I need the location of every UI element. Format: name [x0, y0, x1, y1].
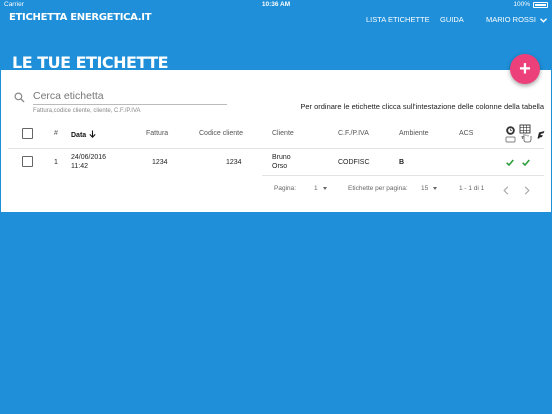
table-row[interactable]: 1 24/06/2016 11:42 1234 1234 Bruno Orso …	[0, 150, 552, 175]
search-hint: Fattura,codice cliente, cliente, C.F./P.…	[33, 108, 141, 114]
row-cf-piva: CODFISC	[338, 159, 370, 166]
search-input[interactable]	[33, 88, 227, 105]
page-select-value: 1	[314, 185, 318, 192]
row-codice-cliente: 1234	[226, 159, 242, 166]
status-bar: Carrier 10:36 AM 100%	[0, 0, 552, 10]
grid-touch-icon[interactable]	[519, 124, 532, 143]
add-label-button[interactable]: +	[510, 54, 540, 84]
column-header-date[interactable]: Data	[71, 130, 96, 139]
clock-badge-icon[interactable]	[505, 125, 516, 143]
column-header-number[interactable]: #	[54, 130, 58, 137]
row-checkbox[interactable]	[22, 156, 33, 167]
clock: 10:36 AM	[261, 1, 291, 8]
sort-hint: Per ordinare le etichette clicca sull'in…	[300, 102, 544, 111]
user-name: MARIO ROSSI	[486, 15, 537, 24]
nav-link-lista-etichette[interactable]: LISTA ETICHETTE	[366, 15, 430, 24]
row-cliente-first: Bruno	[272, 154, 291, 161]
row-date: 24/06/2016	[71, 154, 107, 161]
chevron-right-icon[interactable]	[524, 186, 530, 195]
edit-icon[interactable]	[536, 128, 546, 140]
per-page-select[interactable]: 15	[421, 185, 438, 192]
column-header-cliente[interactable]: Cliente	[272, 130, 294, 137]
column-header-date-label: Data	[71, 132, 87, 139]
page-range: 1 - 1 di 1	[459, 185, 485, 192]
row-number: 1	[54, 159, 58, 166]
column-header-fattura[interactable]: Fattura	[146, 130, 168, 137]
search-icon	[14, 92, 25, 103]
column-header-acs[interactable]: ACS	[459, 130, 473, 137]
nav-link-guida[interactable]: GUIDA	[440, 15, 464, 24]
user-menu[interactable]: MARIO ROSSI	[486, 15, 548, 24]
caret-down-icon	[433, 186, 438, 190]
column-header-codice-cliente[interactable]: Codice cliente	[199, 130, 243, 137]
chevron-left-icon[interactable]	[503, 186, 509, 195]
row-divider	[262, 175, 544, 176]
page-label: Pagina:	[274, 185, 297, 192]
row-fattura: 1234	[152, 159, 168, 166]
battery-percent: 100%	[513, 1, 530, 8]
column-header-ambiente[interactable]: Ambiente	[399, 130, 429, 137]
chevron-down-icon	[540, 17, 548, 23]
header-divider	[8, 148, 544, 149]
battery-icon	[533, 2, 548, 8]
per-page-label: Etichette per pagina:	[348, 185, 408, 192]
top-navbar: ETICHETTA ENERGETICA.IT LISTA ETICHETTE …	[0, 10, 552, 28]
column-header-cf-piva[interactable]: C.F./P.IVA	[338, 130, 369, 137]
row-cliente-last: Orso	[272, 163, 288, 170]
select-all-checkbox[interactable]	[22, 128, 33, 139]
per-page-select-value: 15	[421, 185, 429, 192]
caret-down-icon	[322, 186, 327, 190]
page-select[interactable]: 1	[314, 185, 327, 192]
check-icon	[522, 159, 530, 166]
row-ambiente: B	[399, 159, 405, 166]
table-header: # Data Fattura Codice cliente Cliente C.…	[0, 124, 552, 146]
arrow-down-icon	[89, 130, 96, 138]
pagination-bar: Pagina: 1 Etichette per pagina: 15 1 - 1…	[0, 182, 552, 196]
brand-logo[interactable]: ETICHETTA ENERGETICA.IT	[9, 12, 152, 23]
row-time: 11:42	[71, 163, 88, 170]
check-icon	[506, 159, 514, 166]
